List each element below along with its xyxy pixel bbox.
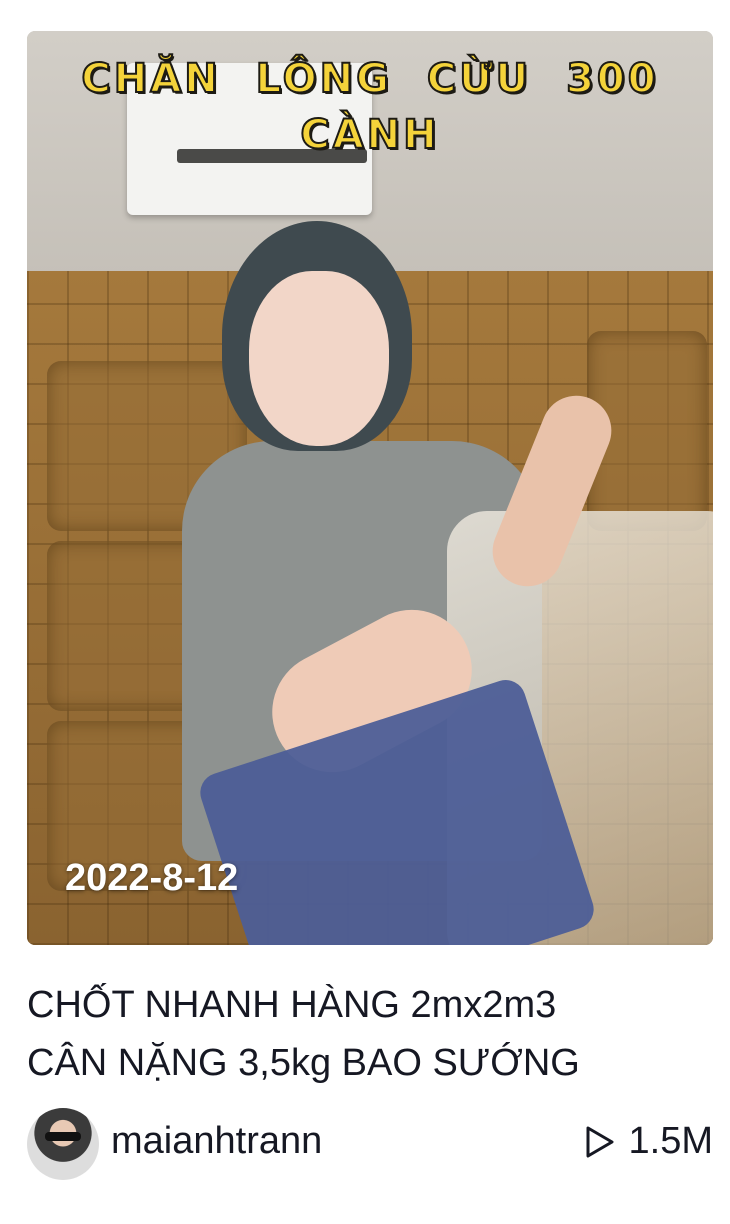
thumbnail-person-face <box>249 271 389 446</box>
video-caption[interactable]: CHỐT NHANH HÀNG 2mx2m3 CÂN NẶNG 3,5kg BA… <box>27 976 707 1092</box>
caption-line-2: CÂN NẶNG 3,5kg BAO SƯỚNG <box>27 1042 580 1084</box>
author-username[interactable]: maianhtrann <box>111 1120 322 1163</box>
author-row: maianhtrann 1.5M <box>27 1108 713 1180</box>
caption-line-1: CHỐT NHANH HÀNG 2mx2m3 <box>27 984 557 1026</box>
avatar-sunglasses <box>45 1132 81 1141</box>
video-thumbnail[interactable]: CHĂN LÔNG CỪU 300 CÀNH 2022-8-12 <box>27 31 713 945</box>
video-date-stamp: 2022-8-12 <box>65 857 239 899</box>
view-count-value: 1.5M <box>628 1120 713 1162</box>
play-outline-icon <box>586 1126 614 1157</box>
avatar[interactable] <box>27 1108 99 1180</box>
view-count: 1.5M <box>585 1120 713 1163</box>
video-overlay-title: CHĂN LÔNG CỪU 300 CÀNH <box>80 55 659 159</box>
